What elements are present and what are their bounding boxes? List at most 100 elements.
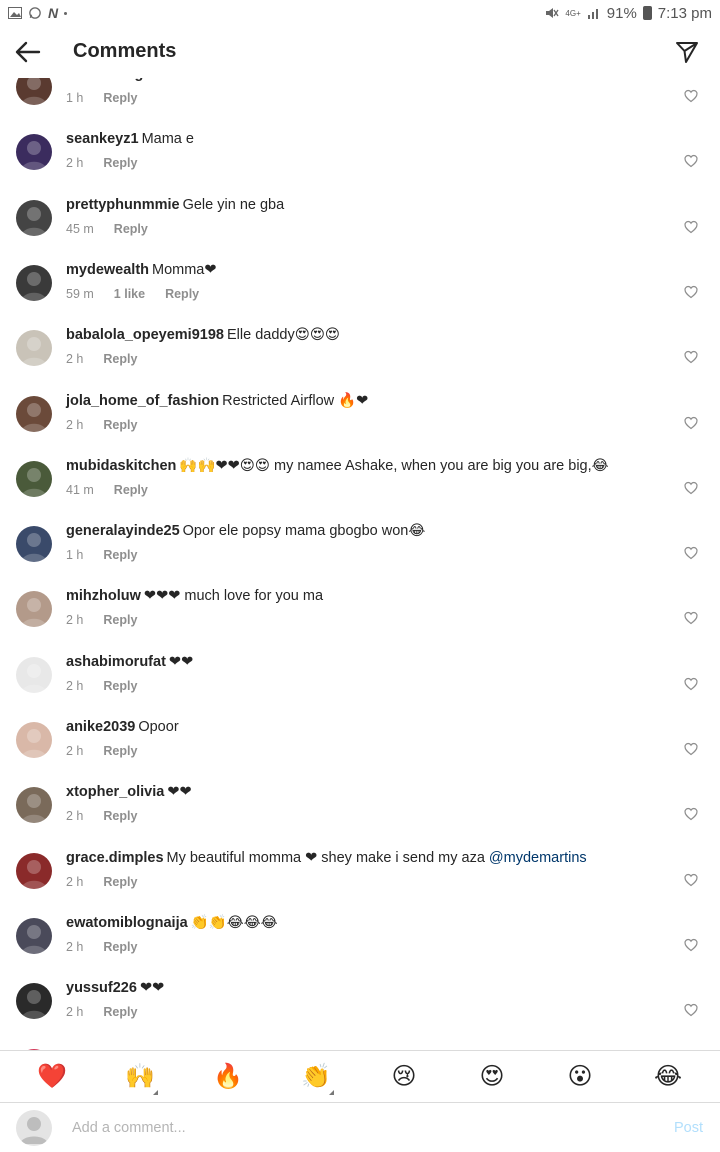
comment-avatar[interactable]: [16, 852, 52, 889]
comment-username[interactable]: yussuf226: [66, 980, 137, 996]
reply-button[interactable]: Reply: [103, 418, 137, 432]
like-heart-icon[interactable]: [684, 807, 698, 821]
like-heart-icon[interactable]: [684, 546, 698, 560]
red-heart-emoji-button[interactable]: ❤️: [30, 1055, 74, 1099]
comment-mention-link[interactable]: @mydemartins: [489, 850, 587, 866]
comment-row[interactable]: ewatomiblognaija 👏👏😂😂😂 2 h Reply: [0, 914, 720, 979]
reply-button[interactable]: Reply: [114, 222, 148, 236]
comment-row[interactable]: prettyphunmmie Gele yin ne gba 45 m Reply: [0, 196, 720, 261]
comment-body: mydewealth Momma❤ 59 m 1 like Reply: [66, 261, 670, 301]
like-heart-icon[interactable]: [684, 154, 698, 168]
comment-avatar[interactable]: [16, 78, 52, 105]
comment-username[interactable]: mihzholuw: [66, 588, 141, 604]
comment-avatar[interactable]: [16, 656, 52, 693]
comment-avatar[interactable]: [16, 330, 52, 367]
comment-list[interactable]: ronkeenkigheNice one1 hReplyseankeyz1Mam…: [0, 78, 720, 1050]
comment-avatar[interactable]: [16, 917, 52, 954]
clapping-emoji-button[interactable]: 👏: [294, 1055, 338, 1099]
comment-line: babalola_opeyemi9198 Elle daddy😍😍😍: [66, 326, 670, 344]
comment-body: ashabimorufat ❤❤ 2 h Reply: [66, 653, 670, 693]
reply-button[interactable]: Reply: [103, 744, 137, 758]
comment-username[interactable]: mydewealth: [66, 262, 149, 278]
comment-row[interactable]: jola_home_of_fashion Restricted Airflow 🔥…: [0, 392, 720, 457]
reply-button[interactable]: Reply: [103, 352, 137, 366]
reply-button[interactable]: Reply: [103, 156, 137, 170]
comment-username[interactable]: ronkeenkighe: [66, 78, 160, 82]
crying-emoji-button[interactable]: 😢: [382, 1055, 426, 1099]
comment-meta: 2 h Reply: [66, 613, 670, 627]
like-heart-icon[interactable]: [684, 481, 698, 495]
heart-eyes-emoji-button[interactable]: 😍: [470, 1055, 514, 1099]
comment-row[interactable]: grace.dimples My beautiful momma ❤ shey m…: [0, 849, 720, 914]
like-heart-icon[interactable]: [684, 677, 698, 691]
laughing-emoji-button[interactable]: 😂: [646, 1055, 690, 1099]
raised-hands-emoji-button[interactable]: 🙌: [118, 1055, 162, 1099]
comment-row[interactable]: anike2039 Opoor 2 h Reply: [0, 718, 720, 783]
back-arrow-icon[interactable]: [14, 38, 42, 66]
comment-avatar[interactable]: [16, 787, 52, 824]
comment-username[interactable]: babalola_opeyemi9198: [66, 327, 224, 343]
reply-button[interactable]: Reply: [103, 1005, 137, 1019]
direct-message-icon[interactable]: [675, 40, 699, 64]
comment-avatar[interactable]: [16, 264, 52, 301]
surprised-emoji-button[interactable]: 😮: [558, 1055, 602, 1099]
like-heart-icon[interactable]: [684, 938, 698, 952]
reply-button[interactable]: Reply: [103, 679, 137, 693]
comment-input[interactable]: [72, 1113, 652, 1143]
comment-username[interactable]: seankeyz1: [66, 131, 139, 147]
comment-row[interactable]: ashabimorufat ❤❤ 2 h Reply: [0, 653, 720, 718]
comment-avatar[interactable]: [16, 983, 52, 1020]
reply-button[interactable]: Reply: [103, 548, 137, 562]
comment-username[interactable]: xtopher_olivia: [66, 784, 164, 800]
comment-likes-count[interactable]: 1 like: [114, 287, 145, 301]
reply-button[interactable]: Reply: [103, 613, 137, 627]
battery-icon: [642, 6, 652, 20]
comment-avatar[interactable]: [16, 199, 52, 236]
comment-row[interactable]: mihzholuw ❤❤❤ much love for you ma 2 h Repl…: [0, 587, 720, 652]
comment-avatar[interactable]: [16, 395, 52, 432]
comment-row[interactable]: generalayinde25 Opor ele popsy mama gbogb…: [0, 522, 720, 587]
network-type: 4G+: [565, 8, 581, 18]
comment-row[interactable]: mydewealth Momma❤ 59 m 1 like Reply: [0, 261, 720, 326]
like-heart-icon[interactable]: [684, 350, 698, 364]
like-heart-icon[interactable]: [684, 1003, 698, 1017]
comment-username[interactable]: generalayinde25: [66, 523, 180, 539]
comment-row[interactable]: yussuf226 ❤❤ 2 h Reply: [0, 979, 720, 1044]
comment-username[interactable]: prettyphunmmie: [66, 197, 180, 213]
comment-username[interactable]: ashabimorufat: [66, 654, 166, 670]
comment-username[interactable]: mubidaskitchen: [66, 458, 176, 474]
comment-text: Mama e: [141, 131, 194, 148]
reply-button[interactable]: Reply: [114, 483, 148, 497]
like-heart-icon[interactable]: [684, 873, 698, 887]
clock: 7:13 pm: [657, 4, 712, 22]
comment-meta: 2 h Reply: [66, 418, 670, 432]
comment-avatar[interactable]: [16, 722, 52, 758]
comment-username[interactable]: grace.dimples: [66, 850, 164, 866]
comment-avatar[interactable]: [16, 460, 52, 497]
like-heart-icon[interactable]: [684, 220, 698, 234]
comment-body: jola_home_of_fashion Restricted Airflow 🔥…: [66, 392, 670, 432]
comment-username[interactable]: ewatomiblognaija: [66, 915, 188, 931]
comment-row[interactable]: babalola_opeyemi9198 Elle daddy😍😍😍 2 h Repl…: [0, 326, 720, 391]
comment-avatar[interactable]: [16, 134, 52, 171]
like-heart-icon[interactable]: [684, 742, 698, 756]
post-button[interactable]: Post: [674, 1120, 703, 1136]
reply-button[interactable]: Reply: [103, 809, 137, 823]
comment-row[interactable]: mubidaskitchen 🙌🙌❤❤😍😍 my namee Ashake, wh…: [0, 457, 720, 522]
like-heart-icon[interactable]: [684, 89, 698, 103]
comment-username[interactable]: jola_home_of_fashion: [66, 393, 219, 409]
reply-button[interactable]: Reply: [103, 940, 137, 954]
comment-username[interactable]: anike2039: [66, 719, 135, 735]
reply-button[interactable]: Reply: [103, 875, 137, 889]
like-heart-icon[interactable]: [684, 416, 698, 430]
comment-avatar[interactable]: [16, 526, 52, 563]
comment-avatar[interactable]: [16, 591, 52, 628]
comment-row[interactable]: seankeyz1 Mama e 2 h Reply: [0, 130, 720, 195]
fire-emoji-button[interactable]: 🔥: [206, 1055, 250, 1099]
comment-row[interactable]: xtopher_olivia ❤❤ 2 h Reply: [0, 783, 720, 848]
comment-row[interactable]: ronkeenkigheNice one 1 h Reply: [0, 78, 720, 130]
reply-button[interactable]: Reply: [103, 91, 137, 105]
like-heart-icon[interactable]: [684, 611, 698, 625]
like-heart-icon[interactable]: [684, 285, 698, 299]
reply-button[interactable]: Reply: [165, 287, 199, 301]
